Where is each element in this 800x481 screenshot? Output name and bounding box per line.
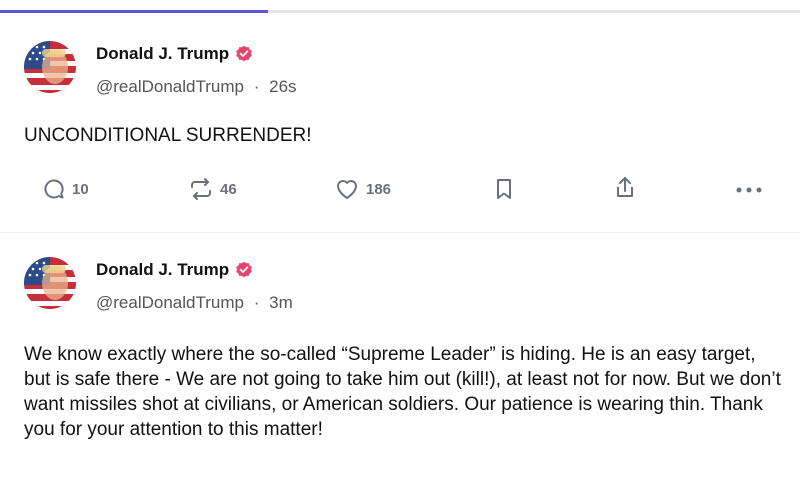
separator-dot: · bbox=[253, 77, 260, 96]
handle-row: @realDonaldTrump · 26s bbox=[96, 77, 297, 97]
author-name[interactable]: Donald J. Trump bbox=[96, 260, 229, 280]
post-card[interactable]: Donald J. Trump @realDonaldTrump · 26s U… bbox=[0, 22, 800, 233]
progress-fill bbox=[0, 10, 268, 13]
repost-count: 46 bbox=[220, 180, 237, 198]
verified-badge-icon bbox=[235, 261, 253, 279]
more-dots-icon bbox=[736, 187, 762, 193]
post-card[interactable]: Donald J. Trump @realDonaldTrump · 3m We… bbox=[0, 236, 800, 481]
post-text: We know exactly where the so-called “Sup… bbox=[24, 344, 781, 440]
share-icon bbox=[617, 177, 633, 197]
verified-badge-icon bbox=[235, 45, 253, 63]
post-time[interactable]: 26s bbox=[269, 77, 296, 96]
avatar[interactable] bbox=[24, 257, 76, 309]
repost-button[interactable]: 46 bbox=[188, 177, 237, 201]
author-handle[interactable]: @realDonaldTrump bbox=[96, 293, 244, 312]
heart-icon bbox=[337, 180, 357, 199]
more-options-button[interactable] bbox=[736, 187, 762, 193]
repost-icon bbox=[191, 178, 211, 200]
post-time[interactable]: 3m bbox=[269, 293, 293, 312]
like-button[interactable]: 186 bbox=[334, 177, 391, 201]
loading-progress-bar bbox=[0, 10, 800, 13]
post-text: UNCONDITIONAL SURRENDER! bbox=[24, 125, 312, 146]
avatar[interactable] bbox=[24, 41, 76, 93]
author-name[interactable]: Donald J. Trump bbox=[96, 44, 229, 64]
like-count: 186 bbox=[366, 180, 392, 198]
handle-row: @realDonaldTrump · 3m bbox=[96, 293, 293, 313]
bookmark-button[interactable] bbox=[494, 177, 514, 201]
reply-icon bbox=[44, 179, 64, 199]
bookmark-icon bbox=[497, 179, 511, 199]
share-button[interactable] bbox=[613, 175, 637, 201]
reply-button[interactable]: 10 bbox=[42, 177, 89, 201]
reply-count: 10 bbox=[72, 180, 89, 198]
author-handle[interactable]: @realDonaldTrump bbox=[96, 77, 244, 96]
separator-dot: · bbox=[253, 293, 260, 312]
